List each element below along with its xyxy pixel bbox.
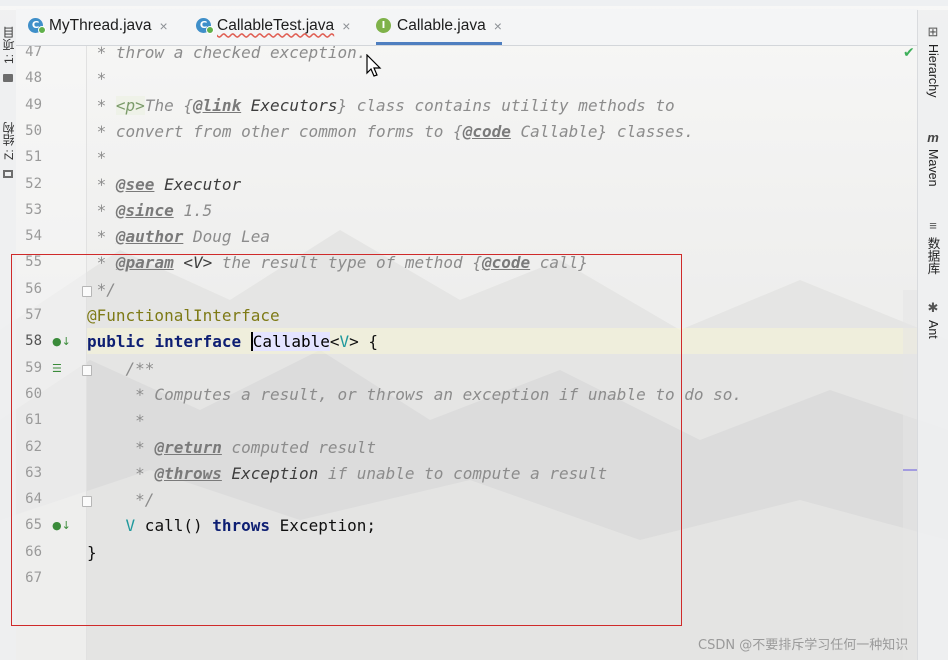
class-file-icon: C	[28, 18, 46, 34]
code-token: Executor	[154, 174, 242, 194]
maven-tool-button[interactable]: m Maven	[918, 130, 948, 190]
code-token: } class contains utility methods to	[337, 95, 675, 115]
class-file-icon: C	[196, 18, 214, 34]
code-line[interactable]: * convert from other common forms to {@c…	[87, 119, 694, 145]
code-token: *	[87, 174, 116, 194]
editor-tab-bar: C MyThread.java × C CallableTest.java × …	[16, 9, 918, 46]
structure-tool-button[interactable]: Z: 结构	[0, 116, 16, 166]
structure-icon	[3, 170, 13, 178]
code-token: @see	[115, 174, 155, 194]
interface-file-icon: I	[376, 18, 391, 33]
database-icon: ≡	[929, 218, 937, 233]
right-tool-window-bar: ⊞ Hierarchy m Maven ≡ 数据库 ✱ Ant	[917, 10, 948, 660]
code-line[interactable]: *	[87, 145, 107, 171]
editor-scrollbar[interactable]	[903, 290, 917, 660]
folder-icon	[3, 74, 13, 82]
code-line[interactable]: * @since 1.5	[87, 198, 213, 224]
code-token: @author	[115, 227, 184, 247]
project-tool-button[interactable]: 1: 项目	[0, 20, 16, 70]
code-token: *	[87, 200, 116, 220]
highlight-annotation-box	[11, 254, 682, 626]
ant-icon: ✱	[927, 300, 939, 315]
code-token: The {	[144, 95, 193, 115]
line-number: 47	[25, 44, 42, 60]
tab-callable[interactable]: I Callable.java ×	[376, 9, 502, 45]
hierarchy-tool-button[interactable]: ⊞ Hierarchy	[918, 24, 948, 101]
line-number: 53	[25, 201, 42, 218]
code-token: @link	[192, 95, 242, 115]
line-number: 49	[25, 96, 42, 113]
tab-label: MyThread.java	[49, 16, 152, 34]
code-token: Callable} classes.	[510, 121, 694, 141]
code-token: *	[87, 95, 116, 115]
code-token: @since	[115, 200, 174, 220]
code-line[interactable]: * <p>The {@link Executors} class contain…	[87, 93, 675, 119]
code-token: Executors	[241, 95, 338, 115]
code-line[interactable]: * @see Executor	[87, 172, 242, 198]
code-token: *	[87, 227, 116, 247]
close-icon[interactable]: ×	[494, 18, 502, 34]
code-line[interactable]: *	[87, 66, 107, 92]
ant-tool-button[interactable]: ✱ Ant	[918, 300, 948, 342]
scrollbar-marker[interactable]	[903, 469, 917, 471]
code-line[interactable]: * @author Doug Lea	[87, 224, 270, 250]
inspection-ok-icon[interactable]: ✔	[903, 45, 915, 61]
tab-mythread[interactable]: C MyThread.java ×	[28, 9, 168, 42]
code-token: 1.5	[173, 200, 213, 220]
code-token: Doug Lea	[183, 227, 271, 247]
code-token: *	[87, 148, 107, 168]
line-number: 50	[25, 122, 42, 139]
line-number: 48	[25, 70, 42, 87]
code-token: <p>	[115, 95, 145, 115]
code-token: * convert from other common forms to {	[87, 121, 463, 141]
mouse-cursor-icon	[366, 54, 382, 77]
close-icon[interactable]: ×	[160, 18, 168, 34]
csdn-watermark: CSDN @不要排斥学习任何一种知识	[698, 638, 909, 653]
database-tool-button[interactable]: ≡ 数据库	[918, 218, 948, 278]
top-toolbar-strip	[0, 0, 948, 6]
maven-icon: m	[927, 130, 939, 145]
tab-label: CallableTest.java	[217, 16, 335, 34]
hierarchy-icon: ⊞	[927, 24, 939, 39]
code-token: *	[87, 69, 107, 89]
close-icon[interactable]: ×	[342, 18, 350, 34]
line-number: 51	[25, 149, 42, 166]
code-token: @code	[462, 121, 511, 141]
line-number: 52	[25, 175, 42, 192]
line-number: 54	[25, 228, 42, 245]
tab-callabletest[interactable]: C CallableTest.java ×	[196, 9, 350, 42]
tab-label: Callable.java	[397, 16, 486, 34]
